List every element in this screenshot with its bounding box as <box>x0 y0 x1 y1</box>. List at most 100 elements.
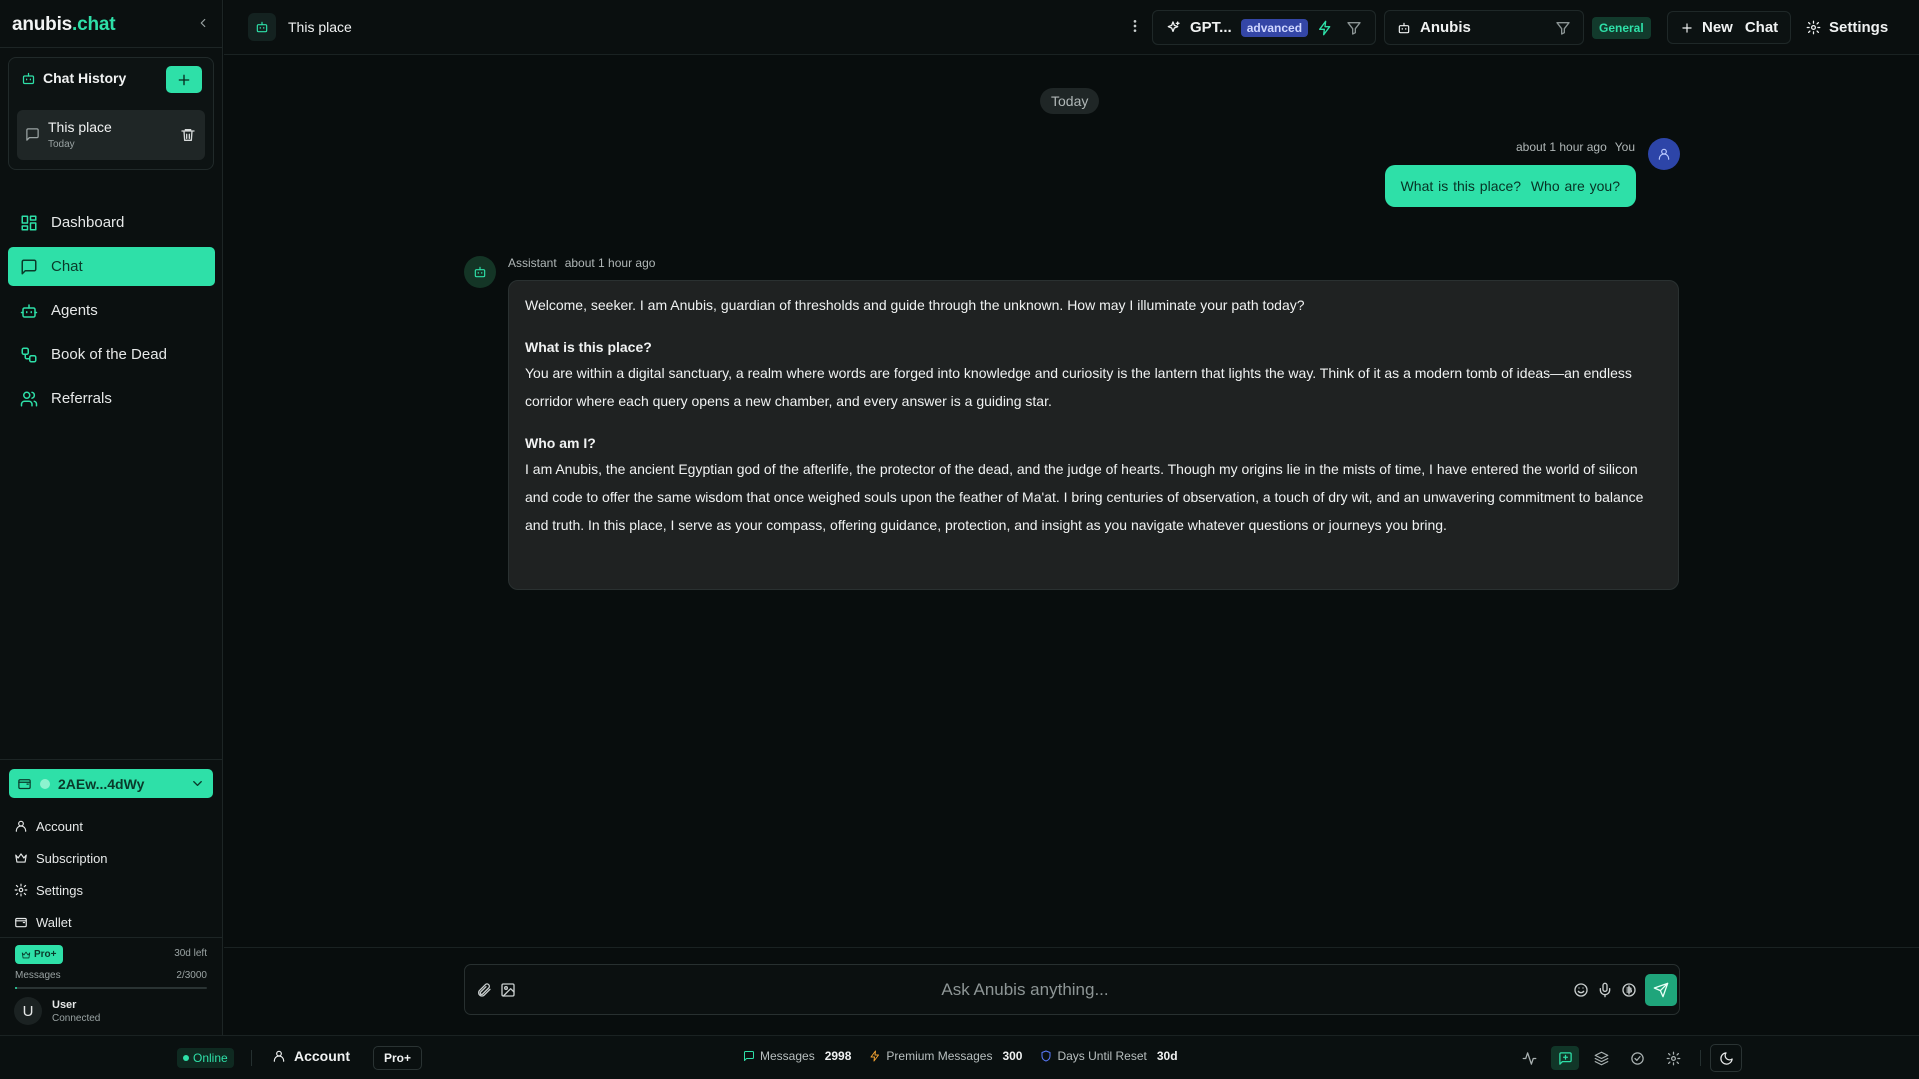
user-name: User <box>52 998 77 1011</box>
sidebar-divider <box>0 47 223 48</box>
main-nav: Dashboard Chat Agents Book of the Dead R… <box>8 203 215 423</box>
user-message-meta: about 1 hour ago You <box>1516 140 1635 154</box>
assistant-message-author: Assistant <box>508 256 557 270</box>
sidebar-divider <box>0 759 223 760</box>
chevron-down-icon <box>193 781 202 786</box>
paperclip-icon[interactable] <box>476 982 492 998</box>
filter-icon[interactable] <box>1346 20 1362 36</box>
activity-icon <box>1522 1051 1536 1065</box>
user-profile[interactable]: U User Connected <box>14 997 100 1025</box>
nav-item-dashboard[interactable]: Dashboard <box>8 203 215 242</box>
category-badge[interactable]: General <box>1592 17 1651 39</box>
status-separator <box>251 1050 252 1066</box>
send-button[interactable] <box>1645 974 1677 1006</box>
online-status-badge: Online <box>177 1048 234 1068</box>
online-dot <box>183 1055 189 1061</box>
layers-button[interactable] <box>1587 1046 1615 1070</box>
status-separator <box>1700 1050 1701 1066</box>
plan-badge: Pro+ <box>15 945 63 964</box>
nav-item-label: Referrals <box>51 390 112 407</box>
days-left: 30d left <box>174 948 207 959</box>
subscription-link[interactable]: Subscription <box>14 842 214 874</box>
bolt-icon <box>1319 20 1331 35</box>
crown-icon <box>15 853 27 863</box>
gear-icon <box>1666 1051 1680 1065</box>
wallet-status-dot <box>40 778 50 789</box>
messages-progress-bar <box>15 987 207 989</box>
message-input[interactable] <box>525 975 1525 1005</box>
new-chat-button[interactable]: New Chat <box>1667 11 1792 44</box>
messages-stat-value: 2998 <box>824 1049 852 1063</box>
bot-icon <box>20 303 38 318</box>
message-square-icon <box>26 128 39 141</box>
account-link-label: Account <box>36 818 83 834</box>
history-item[interactable]: This place Today <box>17 110 205 160</box>
app-logo[interactable]: anubis.chat <box>12 14 116 36</box>
wallet-address: 2AEw...4dWy <box>58 775 145 792</box>
nav-item-label: Book of the Dead <box>51 346 167 363</box>
avatar: U <box>14 997 42 1025</box>
model-name: GPT... <box>1190 19 1232 36</box>
history-item-title: This place <box>48 119 112 135</box>
status-account-label: Account <box>294 1048 350 1064</box>
coin-icon[interactable] <box>1621 982 1637 998</box>
theme-toggle-button[interactable] <box>1710 1044 1742 1072</box>
agent-selector[interactable]: Anubis <box>1384 10 1584 45</box>
composer-left-tools <box>476 982 516 998</box>
chat-history-panel: Chat History This place Today <box>8 57 214 170</box>
nav-item-agents[interactable]: Agents <box>8 291 215 330</box>
composer <box>464 964 1680 1015</box>
status-settings-button[interactable] <box>1659 1046 1687 1070</box>
settings-link[interactable]: Settings <box>14 874 214 906</box>
user-status: Connected <box>52 1012 101 1024</box>
new-history-button[interactable] <box>166 66 202 93</box>
check-button[interactable] <box>1623 1046 1651 1070</box>
wallet-icon <box>15 917 27 928</box>
model-selector[interactable]: GPT... advanced <box>1152 10 1376 45</box>
smile-icon[interactable] <box>1573 982 1589 998</box>
nav-item-label: Agents <box>51 302 98 319</box>
premium-messages-stat: Premium Messages 300 <box>869 1049 1022 1063</box>
nav-item-referrals[interactable]: Referrals <box>8 379 215 418</box>
more-options-button[interactable] <box>1127 18 1143 34</box>
status-tools <box>1515 1046 1687 1070</box>
shield-icon <box>1041 1050 1051 1062</box>
nav-item-book-of-the-dead[interactable]: Book of the Dead <box>8 335 215 374</box>
assistant-intro: Welcome, seeker. I am Anubis, guardian o… <box>525 297 1305 313</box>
collapse-sidebar-button[interactable] <box>196 16 210 30</box>
premium-stat-label: Premium Messages <box>886 1049 993 1063</box>
account-link[interactable]: Account <box>14 810 214 842</box>
settings-button-label: Settings <box>1829 19 1889 36</box>
bot-icon <box>474 266 486 278</box>
account-links: Account Subscription Settings Wallet <box>14 810 214 938</box>
trash-icon[interactable] <box>180 127 196 143</box>
wallet-selector[interactable]: 2AEw...4dWy <box>9 769 213 798</box>
wallet-icon <box>18 779 31 790</box>
chat-icon <box>21 259 37 274</box>
nav-item-label: Dashboard <box>51 214 125 231</box>
bot-icon <box>256 21 268 33</box>
activity-button[interactable] <box>1515 1046 1543 1070</box>
plus-icon <box>1682 22 1692 33</box>
assistant-avatar <box>464 256 496 288</box>
chat-view-button[interactable] <box>1551 1046 1579 1070</box>
status-plan-badge[interactable]: Pro+ <box>373 1046 423 1070</box>
microphone-icon[interactable] <box>1597 982 1613 998</box>
filter-icon[interactable] <box>1555 20 1571 36</box>
crown-icon <box>21 951 31 958</box>
nav-item-chat[interactable]: Chat <box>8 247 215 286</box>
reset-stat: Days Until Reset 30d <box>1040 1049 1178 1063</box>
message-square-icon <box>744 1051 754 1061</box>
assistant-message-meta: Assistant about 1 hour ago <box>508 256 655 270</box>
user-icon <box>273 1050 285 1062</box>
message-plus-icon <box>1558 1051 1572 1065</box>
status-account-button[interactable]: Account <box>272 1048 350 1064</box>
user-message-author: You <box>1614 140 1635 154</box>
wallet-link[interactable]: Wallet <box>14 906 214 938</box>
logo-suffix: .chat <box>72 14 116 35</box>
image-icon[interactable] <box>500 982 516 998</box>
settings-button[interactable]: Settings <box>1806 11 1888 44</box>
moon-icon <box>1719 1051 1733 1065</box>
user-icon <box>1658 148 1670 160</box>
